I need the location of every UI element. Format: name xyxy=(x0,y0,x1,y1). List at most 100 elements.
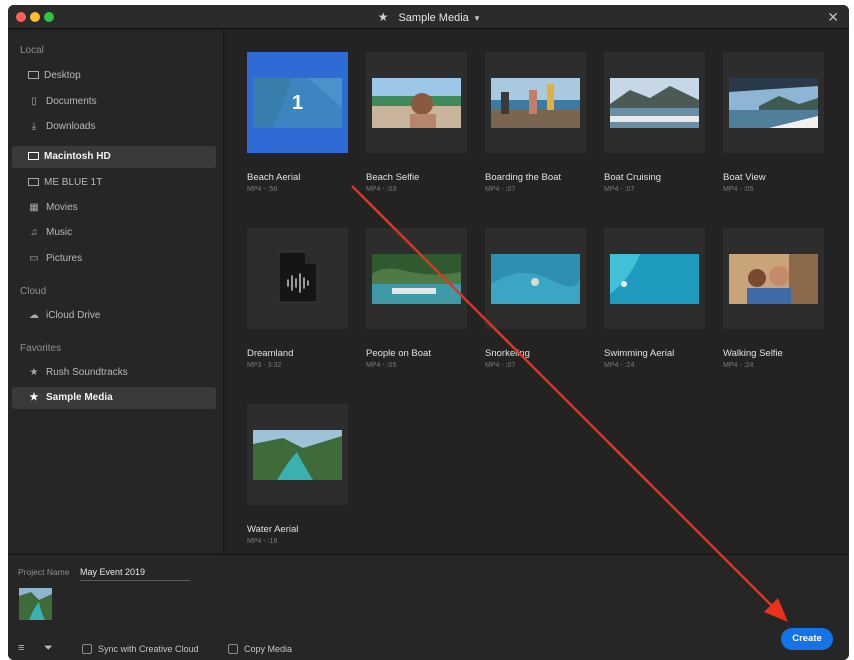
document-icon: ▯ xyxy=(31,96,37,107)
media-meta: MP4 - :24 xyxy=(723,362,754,369)
people-on-boat-thumbnail xyxy=(372,254,461,304)
media-title: Boat Cruising xyxy=(604,172,662,183)
sidebar-item-music[interactable]: ♫ Music xyxy=(12,222,216,244)
selection-order-badge: 1 xyxy=(291,92,304,114)
sidebar-item-label: Downloads xyxy=(46,121,96,132)
star-icon: ★ xyxy=(377,10,389,24)
sidebar-item-label: Macintosh HD xyxy=(44,151,111,162)
close-icon[interactable]: ✕ xyxy=(827,9,839,26)
thumbnail-frame xyxy=(485,228,586,329)
copy-media-label: Copy Media xyxy=(244,644,293,654)
thumbnail-frame xyxy=(723,228,824,329)
media-title: Boarding the Boat xyxy=(485,172,562,183)
media-meta: MP3 - 3:32 xyxy=(247,362,282,369)
media-title: People on Boat xyxy=(366,348,431,359)
monitor-icon xyxy=(28,152,39,161)
walking-selfie-thumbnail xyxy=(729,254,818,304)
sidebar-item-rush-soundtracks[interactable]: ★ Rush Soundtracks xyxy=(12,362,216,384)
sync-creative-cloud-checkbox[interactable] xyxy=(82,644,92,654)
filter-icon[interactable]: ⏷ xyxy=(44,642,53,655)
media-meta: MP4 - :05 xyxy=(723,186,754,193)
star-icon: ★ xyxy=(29,392,39,403)
sidebar-item-macintosh-hd[interactable]: Macintosh HD xyxy=(12,146,216,168)
thumbnail-frame xyxy=(485,52,586,153)
sidebar-item-label: Sample Media xyxy=(46,392,113,403)
location-dropdown[interactable]: ★ Sample Media ▾ xyxy=(8,10,849,24)
media-title: Beach Aerial xyxy=(247,172,301,183)
media-meta: MP4 - :03 xyxy=(366,186,397,193)
media-meta: MP4 - :07 xyxy=(485,186,516,193)
image-icon: ▭ xyxy=(29,253,39,264)
sidebar-item-label: Desktop xyxy=(44,70,81,81)
sidebar-item-downloads[interactable]: ⤓ Downloads xyxy=(12,116,216,138)
media-title: Dreamland xyxy=(247,348,294,359)
media-title: Boat View xyxy=(723,172,766,183)
snorkeling-thumbnail xyxy=(491,254,580,304)
media-title: Beach Selfie xyxy=(366,172,420,183)
sidebar-item-me-blue-1t[interactable]: ME BLUE 1T xyxy=(12,172,216,194)
sync-creative-cloud-label: Sync with Creative Cloud xyxy=(98,644,199,654)
film-icon: ▦ xyxy=(29,202,39,213)
chevron-down-icon: ▾ xyxy=(474,13,480,23)
cloud-icon: ☁ xyxy=(29,310,39,321)
thumbnail-frame xyxy=(723,52,824,153)
media-meta: MP4 - :18 xyxy=(247,538,278,545)
sidebar-item-label: Movies xyxy=(46,202,78,213)
sidebar-item-pictures[interactable]: ▭ Pictures xyxy=(12,248,216,270)
project-thumbnail xyxy=(19,588,52,620)
desktop-icon xyxy=(28,71,39,80)
sidebar: Local Desktop ▯ Documents ⤓ Downloads Maci… xyxy=(8,30,224,553)
sidebar-item-documents[interactable]: ▯ Documents xyxy=(12,91,216,113)
star-icon: ★ xyxy=(29,367,39,378)
section-label-favorites: Favorites xyxy=(20,343,62,354)
copy-media-checkbox[interactable] xyxy=(228,644,238,654)
sidebar-item-icloud-drive[interactable]: ☁ iCloud Drive xyxy=(12,305,216,327)
project-name-input[interactable]: May Event 2019 xyxy=(80,563,190,581)
list-view-icon[interactable]: ≡ xyxy=(18,642,24,654)
app-window: ★ Sample Media ▾ ✕ Local Desktop ▯ Document… xyxy=(8,5,849,660)
swimming-aerial-thumbnail xyxy=(610,254,699,304)
media-meta: MP4 - :05 xyxy=(366,362,397,369)
bottom-toolbar: ≡ ⏷ Sync with Creative Cloud Copy Media xyxy=(8,639,849,659)
media-meta: MP4 - :24 xyxy=(604,362,635,369)
boat-cruising-thumbnail xyxy=(610,78,699,128)
thumbnail-frame xyxy=(366,228,467,329)
media-title: Snorkeling xyxy=(485,348,530,359)
sidebar-item-label: iCloud Drive xyxy=(46,310,101,321)
section-label-local: Local xyxy=(20,45,44,56)
water-aerial-thumbnail xyxy=(253,430,342,480)
sidebar-item-desktop[interactable]: Desktop xyxy=(12,65,216,87)
audio-file-icon xyxy=(278,251,318,303)
project-settings-bar: Project Name May Event 2019 ≡ ⏷ Sync wit… xyxy=(8,554,849,660)
create-button[interactable]: Create xyxy=(781,628,833,650)
thumbnail-frame xyxy=(366,52,467,153)
title-bar: ★ Sample Media ▾ ✕ xyxy=(8,5,849,29)
music-note-icon: ♫ xyxy=(30,227,38,238)
project-name-label: Project Name xyxy=(18,567,70,577)
sidebar-item-label: ME BLUE 1T xyxy=(44,177,103,188)
media-meta: MP4 - :07 xyxy=(485,362,516,369)
section-label-cloud: Cloud xyxy=(20,286,47,297)
media-meta: MP4 - :56 xyxy=(247,186,278,193)
download-icon: ⤓ xyxy=(31,121,37,132)
thumbnail-frame xyxy=(247,228,348,329)
media-title: Swimming Aerial xyxy=(604,348,675,359)
media-title: Water Aerial xyxy=(247,524,299,535)
thumbnail-frame xyxy=(604,228,705,329)
boat-view-thumbnail xyxy=(729,78,818,128)
sidebar-item-label: Pictures xyxy=(46,253,83,264)
sidebar-item-sample-media[interactable]: ★ Sample Media xyxy=(12,387,216,409)
monitor-icon xyxy=(28,178,39,187)
location-title: Sample Media xyxy=(398,12,469,24)
media-meta: MP4 - :07 xyxy=(604,186,635,193)
thumbnail-frame xyxy=(604,52,705,153)
media-grid: 1 Beach Aerial MP4 - :56 Beach Selfie MP… xyxy=(225,30,849,553)
beach-selfie-thumbnail xyxy=(372,78,461,128)
thumbnail-frame xyxy=(247,404,348,505)
thumbnail-frame: 1 xyxy=(247,52,348,153)
media-title: Walking Selfie xyxy=(723,348,783,359)
boarding-the-boat-thumbnail xyxy=(491,78,580,128)
sidebar-item-movies[interactable]: ▦ Movies xyxy=(12,197,216,219)
sidebar-item-label: Documents xyxy=(46,96,97,107)
sidebar-item-label: Music xyxy=(46,227,73,238)
